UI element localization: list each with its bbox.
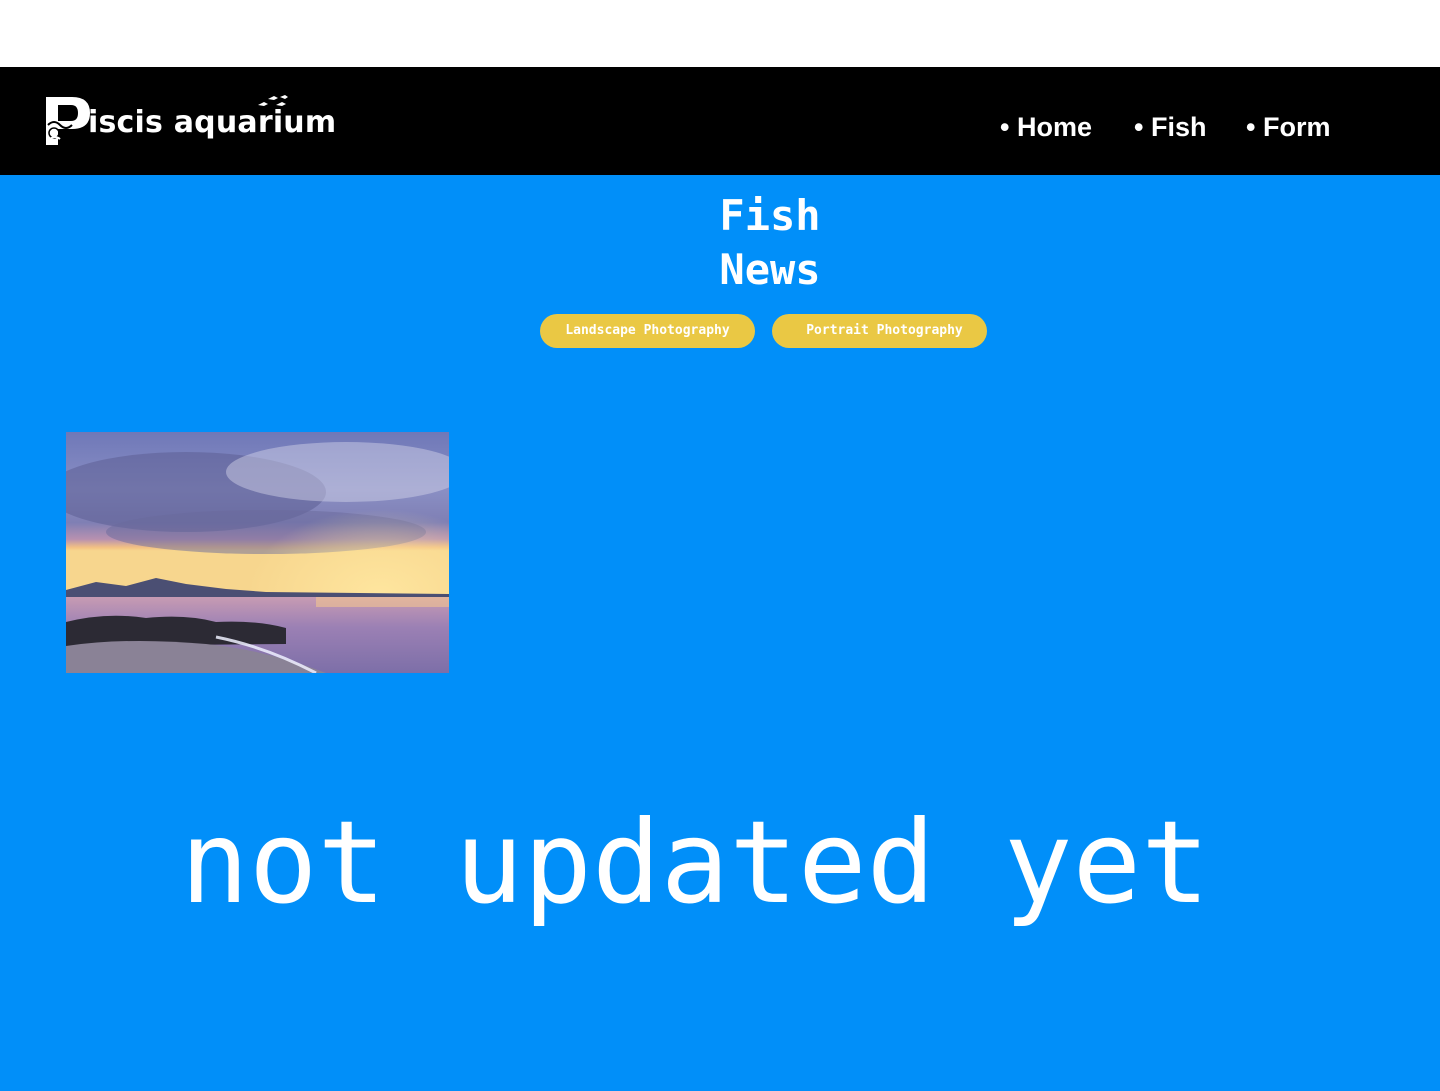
main-content: Fish News Landscape Photography Portrait… xyxy=(0,175,1440,1091)
page-title: Fish News xyxy=(620,189,920,297)
seascape-sunset-image[interactable] xyxy=(66,432,449,673)
logo-text: iscis aquarium xyxy=(88,105,337,140)
seascape-photo-graphic xyxy=(66,432,449,673)
nav-fish-link[interactable]: • Fish xyxy=(1134,107,1206,147)
site-logo[interactable]: iscis aquarium xyxy=(44,93,337,153)
logo-letter-p-icon xyxy=(46,97,90,145)
status-message: not updated yet xyxy=(180,796,1210,929)
page-title-line-1: Fish xyxy=(719,191,821,240)
filter-portrait-button[interactable]: Portrait Photography xyxy=(772,314,987,348)
fish-school-icon xyxy=(258,95,288,106)
nav-home-link[interactable]: • Home xyxy=(1000,107,1092,147)
filter-landscape-button[interactable]: Landscape Photography xyxy=(540,314,755,348)
navbar: iscis aquarium • Home • Fish • Form xyxy=(0,67,1440,175)
top-white-band xyxy=(0,0,1440,67)
page-title-line-2: News xyxy=(719,245,821,294)
nav-form-link[interactable]: • Form xyxy=(1246,107,1330,147)
